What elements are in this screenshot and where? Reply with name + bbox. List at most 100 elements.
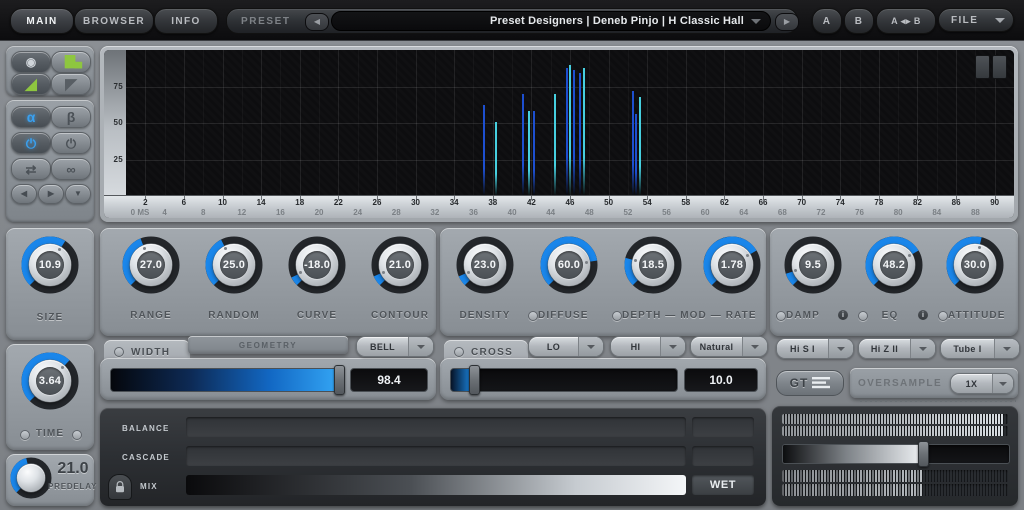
tab-main[interactable]: MAIN: [10, 8, 74, 34]
mod-radio[interactable]: [612, 311, 622, 321]
preset-ab-copy-button[interactable]: A ◂▸ B: [876, 8, 936, 34]
file-menu-button[interactable]: FILE: [938, 8, 1014, 32]
swap-engines-button[interactable]: ⇄: [11, 158, 51, 180]
graph-view-2-button[interactable]: [992, 55, 1007, 79]
beta-engine-button[interactable]: β: [51, 106, 91, 128]
cascade-slider[interactable]: [186, 446, 686, 466]
density-knob[interactable]: 23.0: [456, 236, 514, 294]
output-level-track[interactable]: [782, 444, 1010, 464]
link-engines-button[interactable]: ∞: [51, 158, 91, 180]
eq-radio[interactable]: [858, 311, 868, 321]
width-radio[interactable]: [114, 347, 124, 357]
meter-segment: [896, 426, 898, 436]
meter-segment: [935, 414, 937, 424]
nav-prev-button[interactable]: ◀: [11, 184, 37, 204]
meter-segment: [875, 470, 877, 482]
cross-radio[interactable]: [454, 347, 464, 357]
cross-slider-track[interactable]: [450, 368, 678, 392]
nav-next-button[interactable]: ▶: [38, 184, 64, 204]
bell-dropdown[interactable]: BELL: [356, 336, 434, 357]
random-knob[interactable]: 25.0: [205, 236, 263, 294]
preset-next-button[interactable]: ▶: [775, 13, 799, 31]
meter-segment: [812, 484, 814, 496]
preset-prev-button[interactable]: ◀: [305, 13, 329, 31]
depth-knob[interactable]: 18.5: [624, 236, 682, 294]
graph-view-1-button[interactable]: [975, 55, 990, 79]
mod-depth-dropdown[interactable]: HI: [610, 336, 686, 357]
meter-segment: [926, 414, 928, 424]
preset-b-button[interactable]: B: [844, 8, 874, 34]
graph-x-tick-minor: 88: [970, 208, 980, 217]
decay-icon-button[interactable]: ◤: [51, 73, 91, 95]
width-slider-thumb[interactable]: [334, 365, 346, 395]
tab-browser[interactable]: BROWSER: [74, 8, 154, 34]
preset-name-field[interactable]: Preset Designers | Deneb Pinjo | H Class…: [331, 11, 771, 31]
meter-segment: [851, 470, 853, 482]
envelope-icon-button[interactable]: ◢: [11, 73, 51, 95]
diffuse-knob[interactable]: 60.0: [540, 236, 598, 294]
damp-info-icon[interactable]: i: [838, 310, 848, 320]
meter-segment: [911, 484, 913, 496]
impulse-response-graph[interactable]: 25 50 75 2 6 10 14 18 22 26 30 34 38 42 46 50 54 58 62 66 7…: [100, 46, 1018, 222]
eye-icon-button[interactable]: ◉: [11, 51, 51, 73]
width-slider-track[interactable]: [110, 368, 344, 392]
graph-canvas[interactable]: 25 50 75 2 6 10 14 18 22 26 30 34 38 42 46 50 54 58 62 66 7…: [104, 50, 1014, 218]
damp-knob[interactable]: 9.5: [784, 236, 842, 294]
damp-mode-dropdown[interactable]: Hi S I: [776, 338, 854, 359]
preset-a-button[interactable]: A: [812, 8, 842, 34]
diffuse-mode-dropdown[interactable]: LO: [528, 336, 604, 357]
attitude-mode-dropdown[interactable]: Tube I: [940, 338, 1020, 359]
beta-power-button[interactable]: ⏻: [51, 132, 91, 154]
tab-info[interactable]: INFO: [154, 8, 218, 34]
cross-value-box[interactable]: 10.0: [684, 368, 758, 392]
gt-brand-button[interactable]: GT: [776, 370, 844, 396]
attitude-mode-value: Tube I: [953, 343, 982, 354]
attitude-radio[interactable]: [938, 311, 948, 321]
contour-knob[interactable]: 21.0: [371, 236, 429, 294]
mix-lock-icon[interactable]: [108, 474, 132, 500]
size-knob[interactable]: 10.9: [21, 236, 79, 294]
alpha-engine-button[interactable]: α: [11, 106, 51, 128]
meter-segment: [797, 414, 799, 424]
time-radio-right[interactable]: [72, 430, 82, 440]
range-knob[interactable]: 27.0: [122, 236, 180, 294]
curve-knob[interactable]: -18.0: [288, 236, 346, 294]
knob-cap[interactable]: [17, 464, 45, 492]
meter-segment: [860, 470, 862, 482]
knob-readout: 48.2: [880, 251, 908, 279]
meter-segment: [1004, 484, 1006, 496]
oversample-dropdown[interactable]: 1X: [950, 373, 1014, 394]
eq-knob[interactable]: 48.2: [865, 236, 923, 294]
mix-slider[interactable]: [186, 475, 686, 495]
graph-impulse-spike: [631, 90, 634, 196]
balance-slider[interactable]: [186, 417, 686, 437]
balance-value-box[interactable]: [692, 417, 754, 437]
diffuse-radio[interactable]: [528, 311, 538, 321]
predelay-knob[interactable]: [10, 457, 52, 499]
nav-down-button[interactable]: ▼: [65, 184, 91, 204]
time-knob[interactable]: 3.64: [21, 352, 79, 410]
output-level-thumb[interactable]: [918, 441, 930, 467]
eq-mode-dropdown[interactable]: Hi Z II: [858, 338, 936, 359]
mix-value-box[interactable]: WET: [692, 475, 754, 495]
width-value-box[interactable]: 98.4: [350, 368, 428, 392]
cascade-value-box[interactable]: [692, 446, 754, 466]
attitude-knob[interactable]: 30.0: [946, 236, 1004, 294]
graph-y-tick: 75: [113, 81, 123, 91]
mod-rate-dropdown[interactable]: Natural: [690, 336, 768, 357]
eq-info-icon[interactable]: i: [918, 310, 928, 320]
engine-panel: α β ⏻ ⏻ ⇄ ∞ ◀ ▶ ▼: [6, 100, 94, 222]
geometry-button[interactable]: GEOMETRY: [188, 336, 348, 354]
alpha-power-button[interactable]: ⏻: [11, 132, 51, 154]
bars-icon-button[interactable]: ▐█▄: [51, 51, 91, 73]
graph-plot-area[interactable]: [126, 50, 1014, 196]
meter-segment: [869, 414, 871, 424]
rate-knob[interactable]: 1.78: [703, 236, 761, 294]
cross-slider-thumb[interactable]: [468, 365, 480, 395]
meter-segment: [929, 484, 931, 496]
meter-segment: [989, 484, 991, 496]
damp-radio[interactable]: [776, 311, 786, 321]
time-radio-left[interactable]: [20, 430, 30, 440]
meter-segment: [974, 414, 976, 424]
meter-segment: [941, 484, 943, 496]
